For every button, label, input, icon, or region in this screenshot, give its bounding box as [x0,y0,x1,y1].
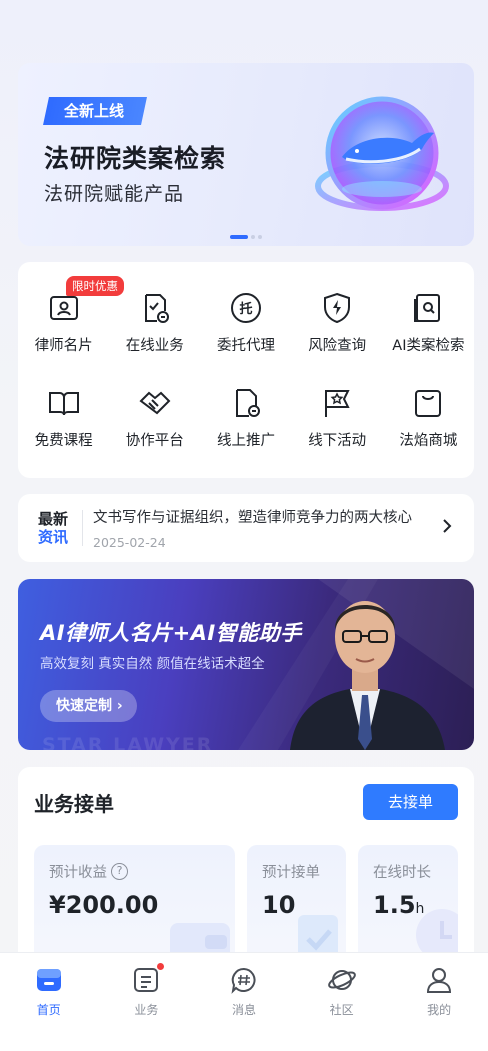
stat-value: ¥200.00 [49,891,159,919]
shield-bolt-icon [319,290,355,326]
profile-icon [424,965,454,995]
banner-title: 法研院类案检索 [44,144,227,173]
service-lawyer-card[interactable]: 限时优惠 律师名片 [18,276,124,355]
stat-label: 预计接单 [262,865,320,881]
service-online-promotion[interactable]: 线上推广 [200,385,291,450]
news-ticker[interactable]: 最新 资讯 文书写作与证据组织，塑造律师竞争力的两大核心 2025-02-24 [18,494,474,562]
notification-dot [156,962,166,971]
service-label: 法焰商城 [399,433,458,449]
service-label: 免费课程 [34,433,93,449]
service-online-business[interactable]: 在线业务 [109,290,200,355]
tab-business[interactable]: 业务 [98,953,196,1051]
stat-expected-income[interactable]: 预计收益? ¥200.00 [34,845,235,965]
business-orders-card: 业务接单 去接单 预计收益? ¥200.00 预计接单 10 在线时长 1.5h [18,767,474,965]
take-order-button[interactable]: 去接单 [363,784,458,820]
quick-customize-button[interactable]: 快速定制 › [40,690,137,722]
service-ai-case-search[interactable]: AI类案检索 [383,290,474,355]
carousel-dot[interactable] [251,235,255,239]
svg-text:托: 托 [239,301,252,317]
service-label: 线上推广 [216,433,275,449]
entrust-icon: 托 [228,290,264,326]
tab-community[interactable]: 社区 [293,953,391,1051]
search-doc-icon [410,290,446,326]
chevron-right-icon[interactable] [440,517,460,539]
service-label: 委托代理 [216,338,275,354]
tab-label: 首页 [36,1003,61,1017]
document-check-icon [137,290,173,326]
home-icon [34,965,64,995]
ad-subtitle: 高效复刻 真实自然 颜值在线话术超全 [40,656,265,672]
tab-label: 社区 [329,1003,354,1017]
banner-tag: 全新上线 [43,97,147,125]
promo-banner[interactable]: 全新上线 法研院类案检索 法研院赋能产品 [18,63,474,246]
carousel-dot-active[interactable] [230,235,248,239]
tab-messages[interactable]: 消息 [195,953,293,1051]
tab-profile[interactable]: 我的 [390,953,488,1051]
service-offline-events[interactable]: 线下活动 [292,385,383,450]
banner-subtitle: 法研院赋能产品 [44,183,185,205]
lawyer-portrait [290,601,445,750]
divider [82,510,83,546]
section-title: 业务接单 [34,792,114,816]
service-label: 律师名片 [34,338,93,354]
flag-star-icon [319,385,355,421]
news-date: 2025-02-24 [93,535,166,550]
news-headline[interactable]: 文书写作与证据组织，塑造律师竞争力的两大核心 [93,506,440,527]
message-icon [229,965,259,995]
whale-orb-illustration [315,96,449,211]
tab-home[interactable]: 首页 [0,953,98,1051]
service-shop[interactable]: 法焰商城 [383,385,474,450]
tab-label: 消息 [231,1003,256,1017]
service-label: 线下活动 [308,433,367,449]
tab-label: 我的 [427,1003,452,1017]
handshake-icon [137,385,173,421]
community-icon [327,965,357,995]
service-free-course[interactable]: 免费课程 [18,385,109,450]
news-badge: 最新 资讯 [37,510,68,546]
stat-label: 预计收益 [49,865,107,881]
carousel-dot[interactable] [258,235,262,239]
service-grid-card: 限时优惠 律师名片 在线业务 托 委托代理 风险查询 AI类案检索 免费课程 协… [18,262,474,478]
ad-headline: AI律师人名片+AI智能助手 [40,621,302,645]
service-risk-query[interactable]: 风险查询 [292,290,383,355]
book-icon [46,385,82,421]
service-entrust[interactable]: 托 委托代理 [200,290,291,355]
service-label: 风险查询 [308,338,367,354]
service-collab-platform[interactable]: 协作平台 [109,385,200,450]
ad-watermark: STAR LAWYER [42,734,214,750]
tab-label: 业务 [134,1003,159,1017]
promotion-icon [228,385,264,421]
service-label: 在线业务 [125,338,184,354]
business-icon [131,962,166,995]
bottom-tab-bar: 首页 业务 消息 社区 我的 [0,952,488,1051]
service-label: AI类案检索 [392,338,465,354]
stat-value: 10 [262,891,296,919]
help-icon[interactable]: ? [111,863,128,880]
service-label: 协作平台 [125,433,184,449]
shop-bag-icon [410,385,446,421]
stat-online-duration[interactable]: 在线时长 1.5h [358,845,458,965]
ai-card-ad-banner[interactable]: AI律师人名片+AI智能助手 高效复刻 真实自然 颜值在线话术超全 快速定制 ›… [18,579,474,750]
stat-label: 在线时长 [373,865,431,881]
stat-expected-orders[interactable]: 预计接单 10 [247,845,346,965]
carousel-dots[interactable] [230,235,262,239]
